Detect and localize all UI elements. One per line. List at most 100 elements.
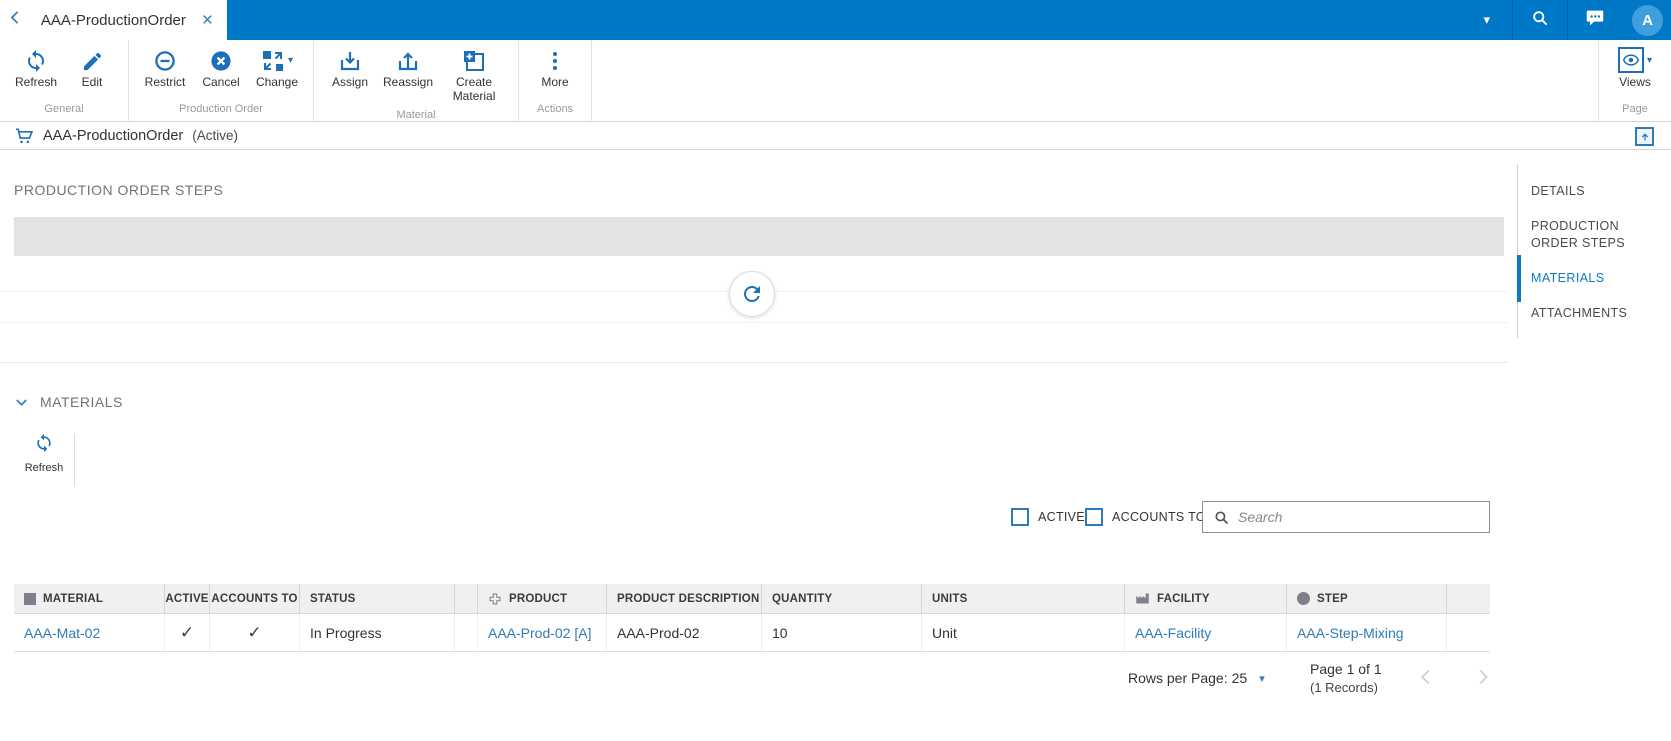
column-header-facility[interactable]: FACILITY <box>1125 584 1287 613</box>
column-header-empty <box>1447 584 1490 613</box>
quantity-cell: 10 <box>772 624 788 641</box>
eye-icon <box>1617 47 1644 73</box>
accounts-to-checkbox[interactable] <box>1085 508 1103 526</box>
object-header-bar: AAA-ProductionOrder (Active) <box>0 121 1671 150</box>
column-header-active[interactable]: ACTIVE <box>165 584 210 613</box>
material-square-icon <box>24 592 36 605</box>
search-icon <box>1530 8 1550 33</box>
step-link[interactable]: AAA-Step-Mixing <box>1297 625 1404 641</box>
toolbar-group-label: Page <box>1622 103 1648 115</box>
column-header-product-description[interactable]: PRODUCT DESCRIPTION <box>607 584 762 613</box>
column-header-spacer <box>455 584 478 613</box>
column-header-units[interactable]: UNITS <box>922 584 1125 613</box>
toolbar-group-production-order: Restrict Cancel ▾ Change Production Orde… <box>129 40 314 121</box>
product-link[interactable]: AAA-Prod-02 [A] <box>488 625 592 641</box>
more-vertical-icon <box>553 47 558 73</box>
accounts-to-filter: ACCOUNTS TO <box>1085 508 1206 526</box>
materials-refresh-button[interactable]: Refresh <box>16 433 72 474</box>
more-button[interactable]: More <box>527 45 583 92</box>
column-header-step[interactable]: STEP <box>1287 584 1447 613</box>
views-caret-down-icon: ▾ <box>1646 54 1653 66</box>
section-nav-sidebar: DETAILS PRODUCTION ORDER STEPS MATERIALS… <box>1517 164 1671 339</box>
topbar-caret-down-icon[interactable]: ▾ <box>1461 12 1512 28</box>
materials-section-header[interactable]: MATERIALS <box>14 394 123 410</box>
status-cell: In Progress <box>310 624 382 641</box>
product-plus-icon <box>488 592 502 606</box>
rows-per-page-caret-down-icon: ▾ <box>1259 672 1265 685</box>
user-avatar[interactable]: A <box>1632 4 1663 36</box>
refresh-button[interactable]: Refresh <box>8 45 64 92</box>
previous-page-button[interactable] <box>1415 666 1437 693</box>
column-header-status[interactable]: STATUS <box>300 584 455 613</box>
toolbar-separator <box>74 434 75 486</box>
toolbar-group-label: Production Order <box>179 103 263 115</box>
facility-link[interactable]: AAA-Facility <box>1135 625 1211 641</box>
button-label: Cancel <box>202 75 240 89</box>
toolbar-group-label: Actions <box>536 103 574 115</box>
refresh-icon <box>34 433 54 458</box>
button-label: More <box>541 75 569 89</box>
loading-spinner <box>729 271 775 317</box>
skeleton-row-line <box>0 322 1508 323</box>
loading-skeleton-bar <box>14 217 1504 256</box>
global-search-button[interactable] <box>1513 0 1567 40</box>
material-link[interactable]: AAA-Mat-02 <box>24 625 100 641</box>
tab-title: AAA-ProductionOrder <box>40 11 186 29</box>
accounts-to-checkmark: ✓ <box>247 622 262 642</box>
active-filter: ACTIVE <box>1011 508 1085 526</box>
button-label: Create Material <box>452 75 496 103</box>
cart-icon <box>14 126 34 146</box>
toolbar-group-page: ▾ Views Page <box>1598 40 1671 121</box>
create-material-button[interactable]: Create Material <box>438 45 510 106</box>
sidebar-item-details[interactable]: DETAILS <box>1518 174 1671 209</box>
search-icon <box>1213 509 1230 526</box>
page-number-text: Page 1 of 1 <box>1310 661 1382 677</box>
sidebar-item-attachments[interactable]: ATTACHMENTS <box>1518 296 1671 331</box>
button-label: Assign <box>331 75 369 89</box>
column-header-accounts-to[interactable]: ACCOUNTS TO <box>210 584 300 613</box>
active-checkmark: ✓ <box>179 622 195 642</box>
materials-table: MATERIAL ACTIVE ACCOUNTS TO STATUS PRODU… <box>14 584 1490 652</box>
sidebar-item-materials[interactable]: MATERIALS <box>1517 254 1671 302</box>
cancel-button[interactable]: Cancel <box>193 45 249 92</box>
topbar-actions: ▾ A <box>1461 0 1671 40</box>
column-header-quantity[interactable]: QUANTITY <box>762 584 922 613</box>
table-header-row: MATERIAL ACTIVE ACCOUNTS TO STATUS PRODU… <box>14 584 1490 614</box>
button-label: Edit <box>81 75 103 89</box>
views-button[interactable]: ▾ Views <box>1607 45 1663 92</box>
checkbox-label: ACTIVE <box>1038 510 1085 524</box>
column-header-material[interactable]: MATERIAL <box>14 584 165 613</box>
materials-search-box <box>1202 501 1490 533</box>
command-toolbar: Refresh Edit General Restrict Cancel ▾ C… <box>0 40 1671 121</box>
refresh-icon <box>24 47 48 73</box>
reassign-icon <box>396 47 420 73</box>
restrict-button[interactable]: Restrict <box>137 45 193 92</box>
refresh-spinner-icon <box>744 286 760 302</box>
add-square-icon <box>462 47 486 73</box>
tab-close-icon[interactable]: × <box>202 11 213 30</box>
reassign-button[interactable]: Reassign <box>378 45 438 106</box>
cancel-icon <box>209 47 233 73</box>
edit-button[interactable]: Edit <box>64 45 120 92</box>
top-bar: AAA-ProductionOrder × ▾ A <box>0 0 1671 40</box>
change-caret-down-icon: ▾ <box>287 54 294 66</box>
column-header-product[interactable]: PRODUCT <box>478 584 607 613</box>
search-input[interactable] <box>1238 509 1481 525</box>
assign-button[interactable]: Assign <box>322 45 378 106</box>
change-button[interactable]: ▾ Change <box>249 45 305 92</box>
product-description-cell: AAA-Prod-02 <box>617 624 700 641</box>
active-checkbox[interactable] <box>1011 508 1029 526</box>
sidebar-item-production-order-steps[interactable]: PRODUCTION ORDER STEPS <box>1518 209 1671 261</box>
rows-per-page-selector[interactable]: Rows per Page: 25 ▾ <box>1128 670 1265 686</box>
pencil-icon <box>81 47 104 73</box>
toolbar-group-label: General <box>44 103 84 115</box>
tab-production-order[interactable]: AAA-ProductionOrder × <box>31 0 227 40</box>
toolbar-group-material: Assign Reassign Create Material Material <box>314 40 520 121</box>
back-button[interactable] <box>0 0 31 40</box>
checkbox-label: ACCOUNTS TO <box>1112 510 1206 524</box>
expand-header-button[interactable] <box>1635 127 1654 146</box>
next-page-button[interactable] <box>1472 666 1494 693</box>
messages-button[interactable] <box>1568 0 1622 40</box>
step-circle-icon <box>1297 592 1310 605</box>
table-row[interactable]: AAA-Mat-02 ✓ ✓ In Progress AAA-Prod-02 [… <box>14 614 1490 652</box>
